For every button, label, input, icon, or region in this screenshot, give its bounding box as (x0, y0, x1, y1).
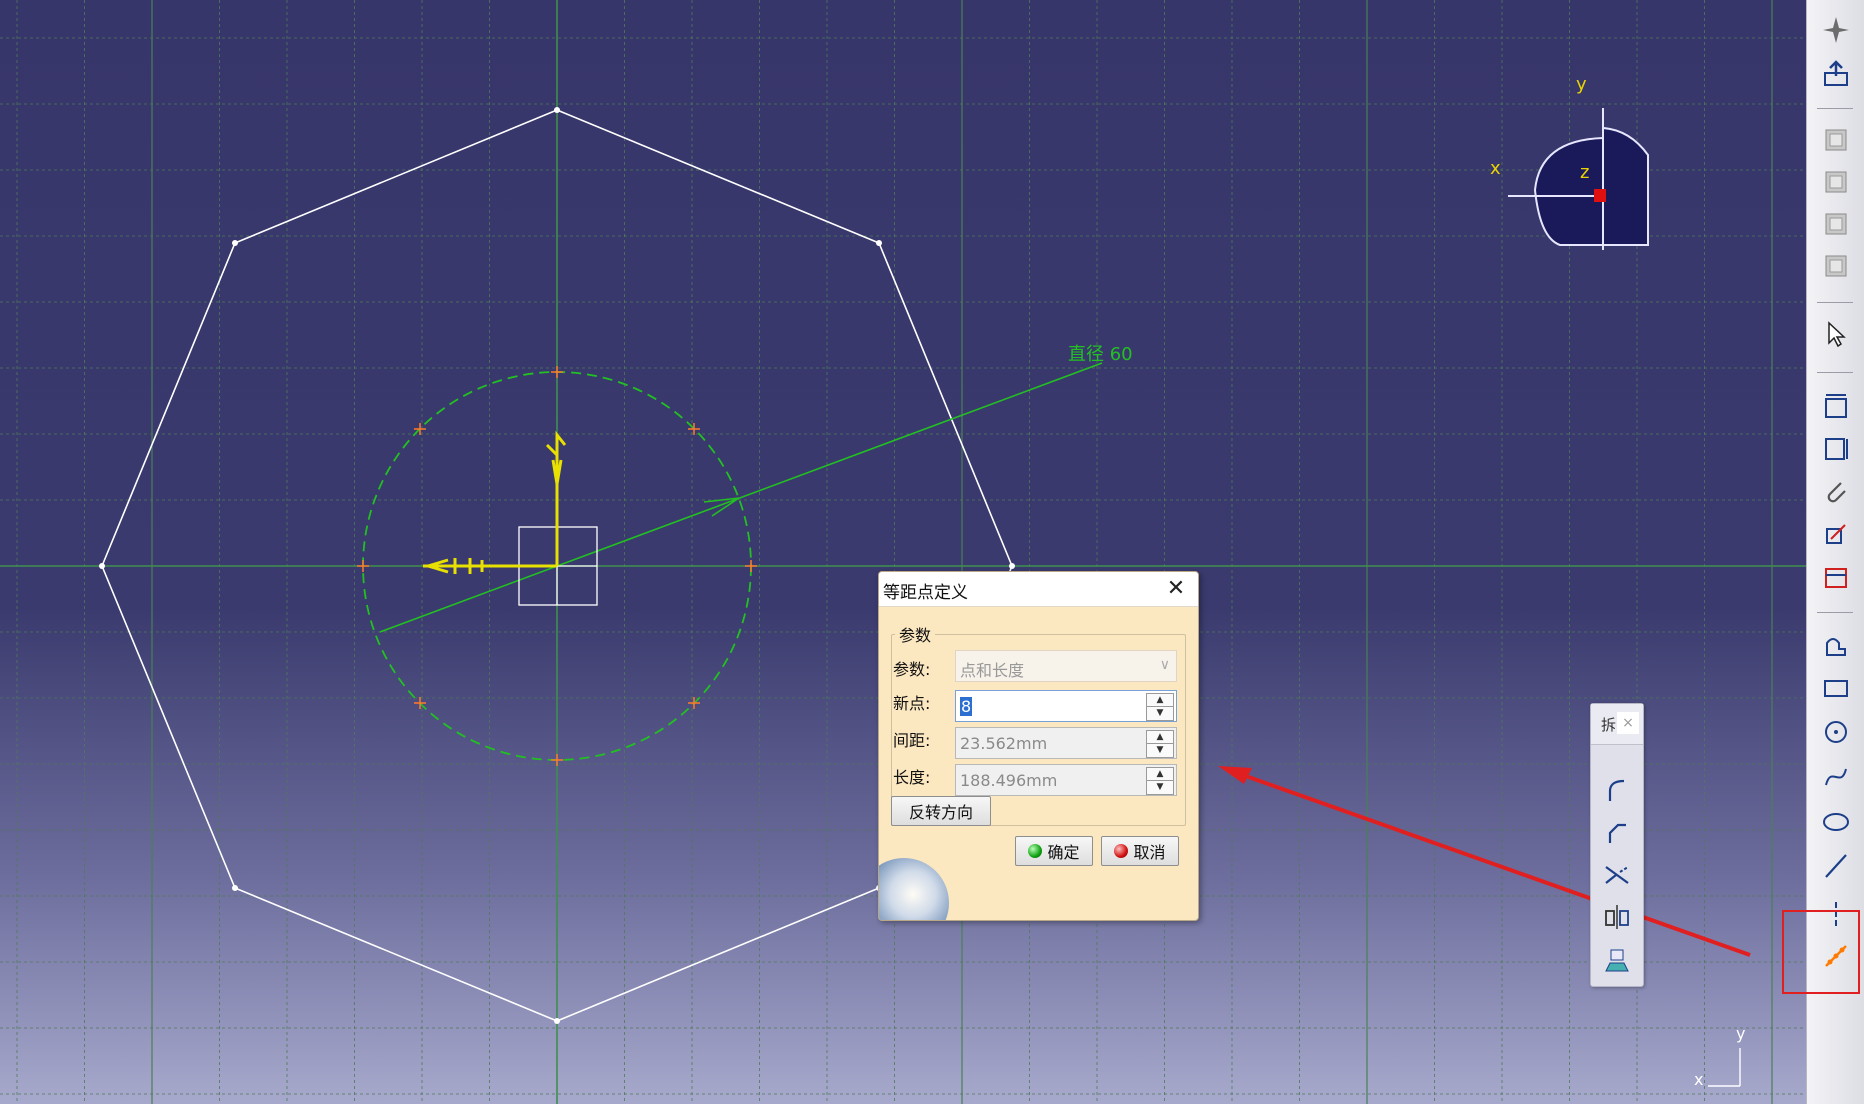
cancel-icon (1114, 844, 1129, 858)
circle-icon[interactable] (1817, 714, 1855, 750)
equidistant-point-dialog[interactable]: 等距点定义 ✕ 参数 参数: 点和长度 ∨ 新点: 8 ▲ ▼ 间距: 23.56… (878, 571, 1199, 921)
floating-toolbar-close-button[interactable]: × (1617, 712, 1639, 734)
param-label: 参数: (893, 660, 931, 679)
view-icon-2[interactable] (1817, 164, 1855, 200)
chevron-down-icon: ∨ (1159, 657, 1170, 673)
floating-toolbar-header[interactable]: 拆 × (1591, 704, 1643, 745)
tool-highlight-box (1782, 910, 1860, 994)
view-icon-3[interactable] (1817, 206, 1855, 242)
profile-icon[interactable] (1817, 628, 1855, 664)
reverse-direction-button[interactable]: 反转方向 (891, 796, 991, 826)
sketch-canvas[interactable] (0, 0, 1806, 1104)
export-icon[interactable] (1817, 56, 1855, 92)
spacing-label: 间距: (893, 731, 931, 750)
select-arrow-icon[interactable] (1817, 316, 1855, 352)
parameters-group-label: 参数 (895, 622, 936, 646)
globe-decoration (879, 858, 949, 920)
sketch-grid (0, 0, 1806, 1104)
corner-axes-indicator (1708, 1048, 1741, 1087)
operation-floating-toolbar[interactable]: 拆 × (1590, 703, 1644, 987)
corner-icon[interactable] (1599, 772, 1635, 808)
spacing-field[interactable]: 23.562mm ▲ ▼ (955, 727, 1177, 759)
sketch-origin-axes (423, 430, 567, 574)
param-select[interactable]: 点和长度 ∨ (955, 650, 1177, 682)
view-icon-4[interactable] (1817, 248, 1855, 284)
symmetry-icon[interactable] (1599, 898, 1635, 934)
spacing-spinner[interactable]: ▲ ▼ (1146, 730, 1174, 758)
cancel-button[interactable]: 取消 (1101, 836, 1179, 866)
paperclip-icon[interactable] (1817, 474, 1855, 510)
dialog-close-button[interactable]: ✕ (1164, 576, 1188, 602)
chamfer-icon[interactable] (1599, 814, 1635, 850)
line-icon[interactable] (1817, 848, 1855, 884)
spline-icon[interactable] (1817, 758, 1855, 794)
rectangle-icon[interactable] (1817, 670, 1855, 706)
dimension-icon[interactable] (1817, 516, 1855, 552)
corner-y-label: y (1736, 1024, 1746, 1043)
view-icon-1[interactable] (1817, 122, 1855, 158)
compass-icon[interactable] (1817, 12, 1855, 48)
new-point-label: 新点: (893, 694, 931, 713)
trim-icon[interactable] (1599, 856, 1635, 892)
compass-y-label: y (1576, 74, 1587, 95)
constraint-icon[interactable] (1817, 388, 1855, 424)
annotation-arrow (1225, 767, 1751, 957)
dimension-arrowhead (703, 497, 740, 517)
length-value: 188.496mm (960, 771, 1058, 790)
param-select-value: 点和长度 (960, 661, 1025, 680)
ok-button[interactable]: 确定 (1015, 836, 1093, 866)
project-3d-icon[interactable] (1599, 942, 1635, 978)
new-point-value: 8 (960, 697, 973, 716)
sketch-viewport[interactable]: 直径 60 y x z y x (0, 0, 1806, 1104)
constraint-box-icon[interactable] (1817, 430, 1855, 466)
dialog-titlebar[interactable]: 等距点定义 ✕ (879, 572, 1198, 607)
corner-x-label: x (1694, 1070, 1704, 1089)
new-point-field[interactable]: 8 ▲ ▼ (955, 690, 1177, 722)
floating-toolbar-title: 拆 (1601, 716, 1617, 734)
new-point-spinner[interactable]: ▲ ▼ (1146, 693, 1174, 721)
compass-x-label: x (1490, 158, 1501, 179)
compass-z-label: z (1580, 162, 1590, 183)
length-field[interactable]: 188.496mm ▲ ▼ (955, 764, 1177, 796)
ok-icon (1028, 844, 1043, 858)
length-spinner[interactable]: ▲ ▼ (1146, 767, 1174, 795)
dialog-title: 等距点定义 (883, 583, 968, 603)
ellipse-icon[interactable] (1817, 804, 1855, 840)
fix-icon[interactable] (1817, 558, 1855, 594)
spacing-value: 23.562mm (960, 734, 1048, 753)
3d-compass[interactable] (1508, 108, 1649, 250)
diameter-label[interactable]: 直径 60 (1068, 340, 1133, 366)
length-label: 长度: (893, 768, 931, 787)
